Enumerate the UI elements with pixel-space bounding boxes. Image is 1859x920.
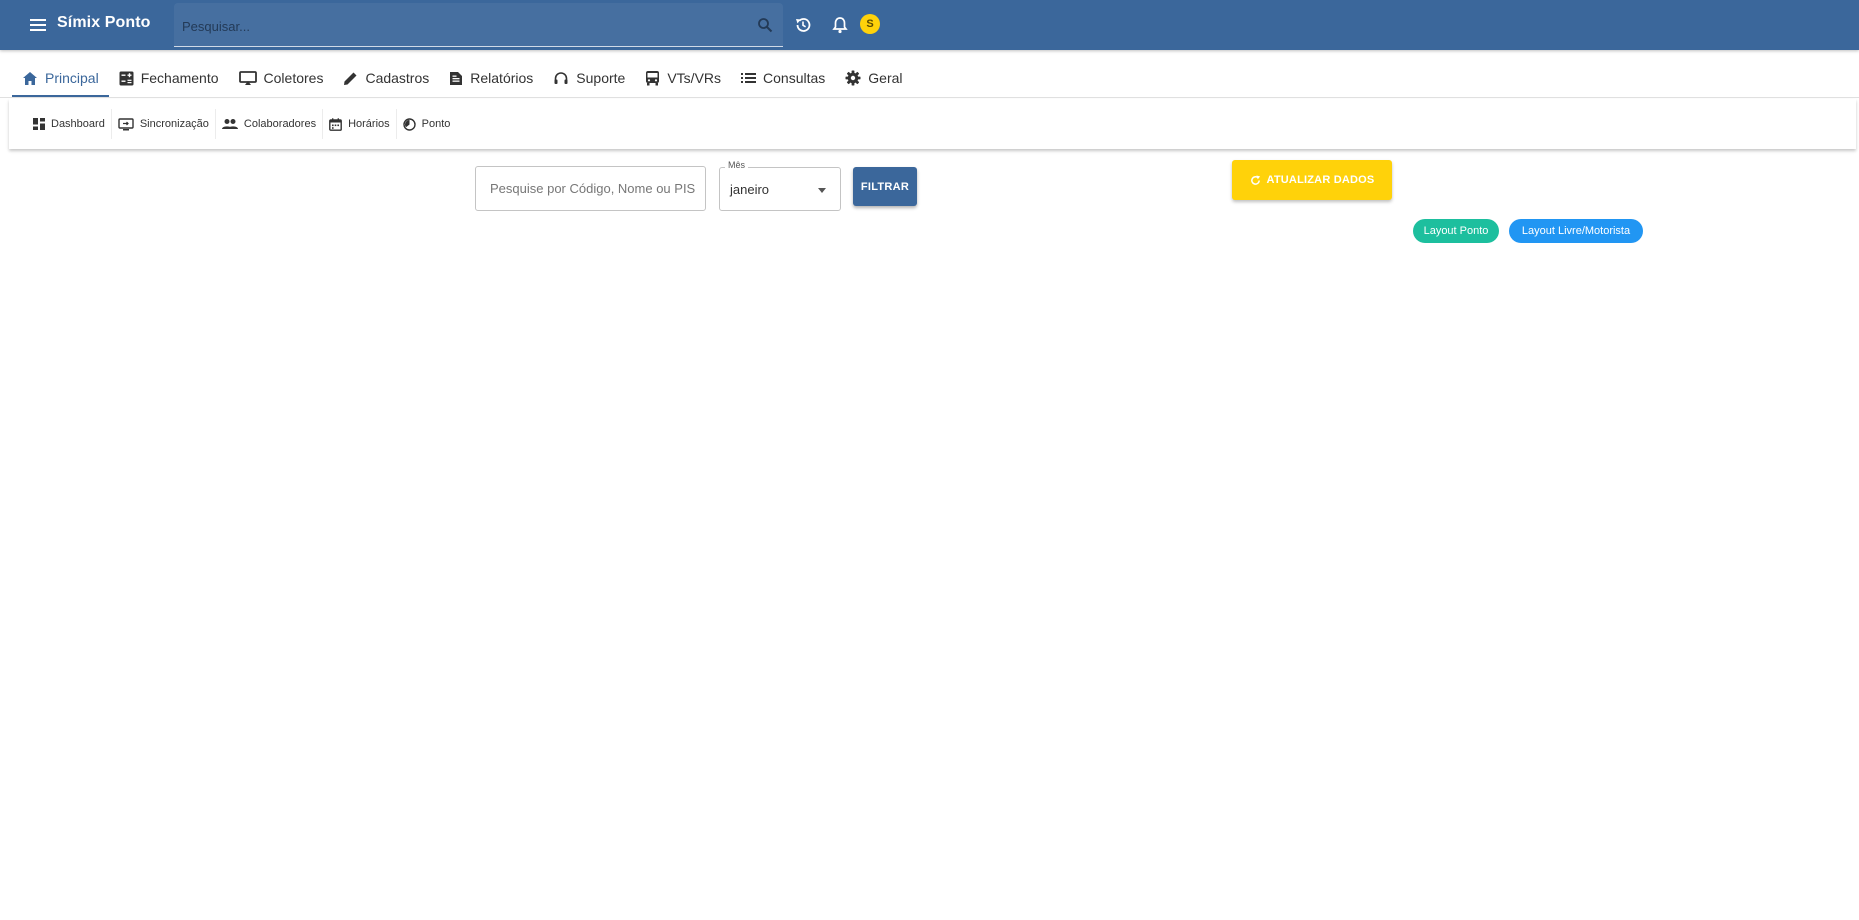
notifications-button[interactable] (830, 15, 850, 35)
sync-screen-icon (118, 117, 134, 130)
subnav-label: Sincronização (139, 118, 209, 130)
month-label: Mês (725, 160, 749, 170)
home-icon (23, 71, 37, 85)
calculator-icon (119, 71, 134, 85)
tab-coletores[interactable]: Coletores (229, 59, 334, 97)
tab-label: Geral (868, 70, 903, 86)
tab-label: Coletores (263, 70, 324, 86)
main-tabs: Principal Fechamento Coletores Cadastros (12, 59, 913, 97)
tab-label: Cadastros (365, 70, 430, 86)
tab-principal[interactable]: Principal (12, 59, 109, 97)
layout-ponto-button[interactable]: Layout Ponto (1413, 219, 1499, 243)
dashboard-icon (33, 118, 45, 130)
subnav-label: Colaboradores (243, 118, 317, 130)
tab-label: VTs/VRs (667, 70, 722, 86)
tab-suporte[interactable]: Suporte (543, 59, 635, 97)
gear-icon (845, 70, 861, 86)
monitor-icon (238, 70, 257, 85)
refresh-icon (1250, 174, 1260, 185)
headset-icon (554, 71, 568, 84)
bell-icon (832, 17, 848, 34)
subnav-label: Ponto (421, 118, 451, 130)
tab-label: Suporte (576, 70, 626, 86)
subnav-item-ponto[interactable]: Ponto (397, 109, 457, 139)
filter-button[interactable]: FILTRAR (853, 167, 917, 206)
tab-label: Principal (45, 70, 99, 86)
calendar-icon (329, 117, 342, 131)
tabs-divider (0, 97, 1859, 98)
tab-label: Relatórios (470, 70, 534, 86)
tab-fechamento[interactable]: Fechamento (109, 59, 229, 97)
people-icon (221, 119, 238, 129)
subnav-label: Horários (348, 118, 390, 130)
month-select[interactable]: Mês janeiro (719, 160, 841, 211)
subnav-item-horarios[interactable]: Horários (323, 109, 397, 139)
update-data-label: ATUALIZAR DADOS (1266, 174, 1375, 186)
menu-icon (30, 19, 46, 31)
employee-search-input[interactable] (475, 166, 706, 211)
bus-icon (646, 71, 660, 86)
subnav-item-colaboradores[interactable]: Colaboradores (216, 109, 324, 139)
menu-button[interactable] (28, 15, 48, 35)
history-icon (796, 18, 811, 32)
tab-label: Fechamento (140, 70, 219, 86)
sub-navigation: Dashboard Sincronização Colaboradores Ho… (9, 99, 1856, 149)
layout-livre-motorista-button[interactable]: Layout Livre/Motorista (1509, 219, 1643, 243)
tab-label: Consultas (763, 70, 826, 86)
update-data-button[interactable]: ATUALIZAR DADOS (1232, 160, 1392, 200)
month-value: janeiro (730, 181, 770, 197)
pencil-icon (344, 72, 357, 85)
global-search-input[interactable] (182, 15, 742, 37)
tab-relatorios[interactable]: Relatórios (439, 59, 543, 97)
report-icon (450, 71, 463, 85)
subnav-item-dashboard[interactable]: Dashboard (31, 109, 112, 139)
tab-cadastros[interactable]: Cadastros (333, 59, 439, 97)
list-icon (741, 73, 757, 83)
history-button[interactable] (793, 15, 813, 35)
search-icon[interactable] (757, 17, 773, 33)
chevron-down-icon (818, 188, 826, 193)
clock-icon (402, 117, 416, 131)
app-title: Símix Ponto (57, 14, 151, 31)
tab-consultas[interactable]: Consultas (731, 59, 835, 97)
subnav-label: Dashboard (51, 118, 105, 130)
global-search (174, 3, 783, 47)
tab-geral[interactable]: Geral (835, 59, 912, 97)
top-app-bar: Símix Ponto S (0, 0, 1859, 50)
user-avatar[interactable]: S (860, 14, 880, 34)
subnav-item-sincronizacao[interactable]: Sincronização (112, 109, 216, 139)
tab-vts-vrs[interactable]: VTs/VRs (635, 59, 731, 97)
